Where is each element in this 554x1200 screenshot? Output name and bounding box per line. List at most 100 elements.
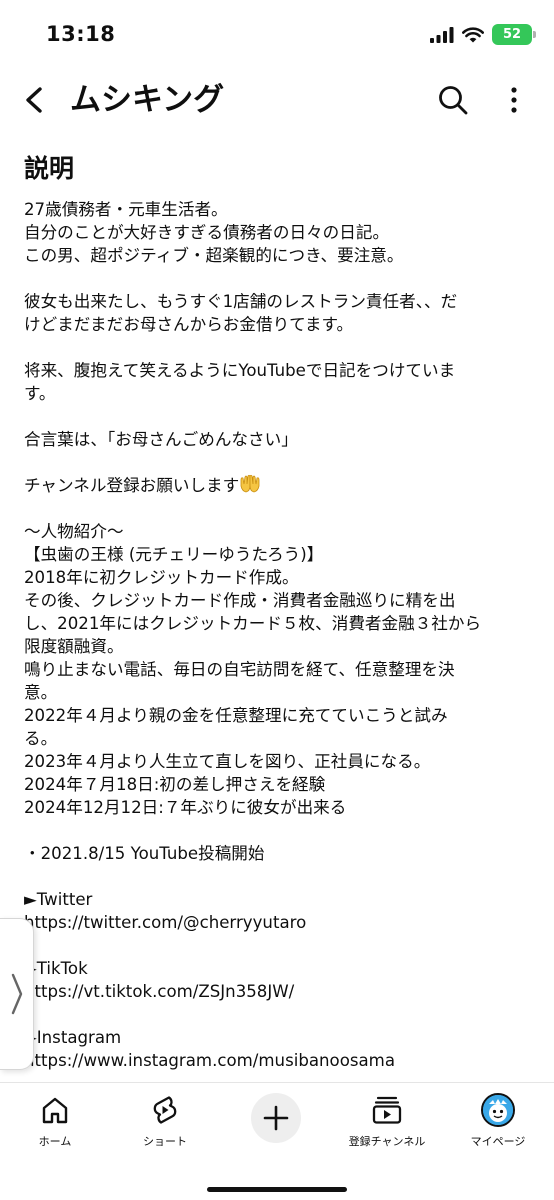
description-text: チャンネル登録お願いします [24, 476, 240, 495]
description-line: 2024年12月12日:７年ぶりに彼女が出来る [24, 796, 534, 819]
description-line: https://twitter.com/@cherryyutaro [24, 911, 534, 934]
description-text: ►Twitter [24, 890, 93, 909]
description-text: 2022年４月より親の金を任意整理に充てていこうと試み [24, 706, 448, 725]
description-text: 〜人物紹介〜 [24, 522, 124, 541]
description-line: 2018年に初クレジットカード作成。 [24, 566, 534, 589]
description-line: 自分のことが大好きすぎる債務者の日々の日記。 [24, 221, 534, 244]
description-text: 彼女も出来たし、もうすぐ1店舗のレストラン責任者、、だ [24, 292, 458, 311]
app-header: ムシキング [0, 70, 554, 132]
palms-up-together-icon [240, 474, 260, 493]
nav-home-label: ホーム [38, 1135, 72, 1148]
description-text: 2024年７月18日:初の差し押さえを経験 [24, 775, 326, 794]
description-blank-line [24, 405, 534, 428]
description-text: ►Instagram [24, 1028, 122, 1047]
description-line: 27歳債務者・元車生活者。 [24, 198, 534, 221]
description-text: 自分のことが大好きすぎる債務者の日々の日記。 [24, 223, 390, 242]
description-text: し、2021年にはクレジットカード５枚、消費者金融３社から [24, 614, 482, 633]
description-text: 鳴り止まない電話、毎日の自宅訪問を経て、任意整理を決 [24, 660, 455, 679]
description-text: ・2021.8/15 YouTube投稿開始 [24, 844, 265, 863]
more-vertical-icon [511, 87, 517, 113]
description-line: ►TikTok [24, 957, 534, 980]
description-blank-line [24, 865, 534, 888]
description-line: 鳴り止まない電話、毎日の自宅訪問を経て、任意整理を決 [24, 658, 534, 681]
description-blank-line [24, 336, 534, 359]
nav-subscriptions[interactable]: 登録チャンネル [339, 1093, 435, 1149]
battery-level: 52 [502, 27, 522, 42]
description-line: 〜人物紹介〜 [24, 520, 534, 543]
battery-icon: 52 [492, 24, 536, 45]
description-text: す。 [24, 384, 56, 403]
description-blank-line [24, 934, 534, 957]
description-line: し、2021年にはクレジットカード５枚、消費者金融３社から [24, 612, 534, 635]
chevron-right-icon [11, 973, 22, 1015]
description-blank-line [24, 267, 534, 290]
back-arrow-icon [26, 87, 42, 113]
description-line: 【虫歯の王様 (元チェリーゆうたろう)】 [24, 543, 534, 566]
status-icons: 52 [430, 24, 536, 45]
nav-my-page-label: マイページ [470, 1135, 526, 1148]
description-text: 2024年12月12日:７年ぶりに彼女が出来る [24, 798, 347, 817]
nav-shorts[interactable]: ショート [117, 1093, 213, 1149]
description-line: https://vt.tiktok.com/ZSJn358JW/ [24, 980, 534, 1003]
description-link[interactable]: https://vt.tiktok.com/ZSJn358JW/ [24, 982, 294, 1001]
description-line: その後、クレジットカード作成・消費者金融巡りに精を出 [24, 589, 534, 612]
more-options-button[interactable] [498, 78, 530, 122]
description-line: 合言葉は、「お母さんごめんなさい」 [24, 428, 534, 451]
wifi-icon [462, 26, 484, 42]
description-text: 2023年４月より人生立て直しを図り、正社員になる。 [24, 752, 431, 771]
description-link[interactable]: https://www.instagram.com/musibanoosama [24, 1051, 395, 1070]
channel-title: ムシキング [70, 82, 225, 118]
signal-icon [430, 26, 454, 43]
side-panel-handle[interactable] [0, 918, 34, 1070]
search-icon [439, 86, 468, 115]
description-line: けどまだまだお母さんからお金借りてます。 [24, 313, 534, 336]
search-button[interactable] [431, 78, 475, 122]
description-line: ・2021.8/15 YouTube投稿開始 [24, 842, 534, 865]
nav-subscriptions-label: 登録チャンネル [348, 1135, 426, 1148]
description-line: 2022年４月より親の金を任意整理に充てていこうと試み [24, 704, 534, 727]
description-text: けどまだまだお母さんからお金借りてます。 [24, 315, 354, 334]
description-blank-line [24, 451, 534, 474]
description-text: 2018年に初クレジットカード作成。 [24, 568, 299, 587]
description-line: 2023年４月より人生立て直しを図り、正社員になる。 [24, 750, 534, 773]
description-line: 彼女も出来たし、もうすぐ1店舗のレストラン責任者、、だ [24, 290, 534, 313]
description-text: 限度額融資。 [24, 637, 124, 656]
nav-my-page[interactable]: マイページ [450, 1093, 546, 1149]
description-line: 将来、腹抱えて笑えるようにYouTubeで日記をつけていま [24, 359, 534, 382]
description-line: す。 [24, 382, 534, 405]
description-line: 意。 [24, 681, 534, 704]
description-blank-line [24, 819, 534, 842]
description-blank-line [24, 1003, 534, 1026]
description-text: 意。 [24, 683, 58, 702]
back-button[interactable] [14, 80, 54, 120]
status-bar: 13:18 52 [0, 0, 554, 70]
description-line: 限度額融資。 [24, 635, 534, 658]
description-text: 27歳債務者・元車生活者。 [24, 200, 228, 219]
description-line: 2024年７月18日:初の差し押さえを経験 [24, 773, 534, 796]
description-line: この男、超ポジティブ・超楽観的につき、要注意。 [24, 244, 534, 267]
create-button[interactable] [251, 1093, 301, 1143]
nav-shorts-label: ショート [143, 1135, 187, 1148]
description-heading: 説明 [24, 154, 75, 183]
description-text: 合言葉は、「お母さんごめんなさい」 [24, 430, 298, 449]
nav-home[interactable]: ホーム [7, 1093, 103, 1149]
description-line: る。 [24, 727, 534, 750]
home-indicator [207, 1187, 347, 1192]
avatar-icon [481, 1093, 515, 1127]
description-text: 将来、腹抱えて笑えるようにYouTubeで日記をつけていま [24, 361, 456, 380]
description-text: この男、超ポジティブ・超楽観的につき、要注意。 [24, 246, 404, 265]
shorts-icon [153, 1096, 177, 1124]
description-text: る。 [24, 729, 58, 748]
description-line: https://www.instagram.com/musibanoosama [24, 1049, 534, 1072]
description-text: 【虫歯の王様 (元チェリーゆうたろう)】 [24, 545, 324, 564]
description-link[interactable]: https://twitter.com/@cherryyutaro [24, 913, 306, 932]
description-blank-line [24, 497, 534, 520]
status-time: 13:18 [46, 22, 116, 46]
bottom-nav: ホーム ショート 登録チャンネル マイページ [0, 1082, 554, 1200]
description-body: 27歳債務者・元車生活者。自分のことが大好きすぎる債務者の日々の日記。 この男、超… [24, 198, 534, 1072]
description-text: その後、クレジットカード作成・消費者金融巡りに精を出 [24, 591, 456, 610]
description-line: ►Instagram [24, 1026, 534, 1049]
description-line: ►Twitter [24, 888, 534, 911]
subscriptions-icon [372, 1096, 402, 1124]
create-plus-icon [263, 1105, 289, 1131]
